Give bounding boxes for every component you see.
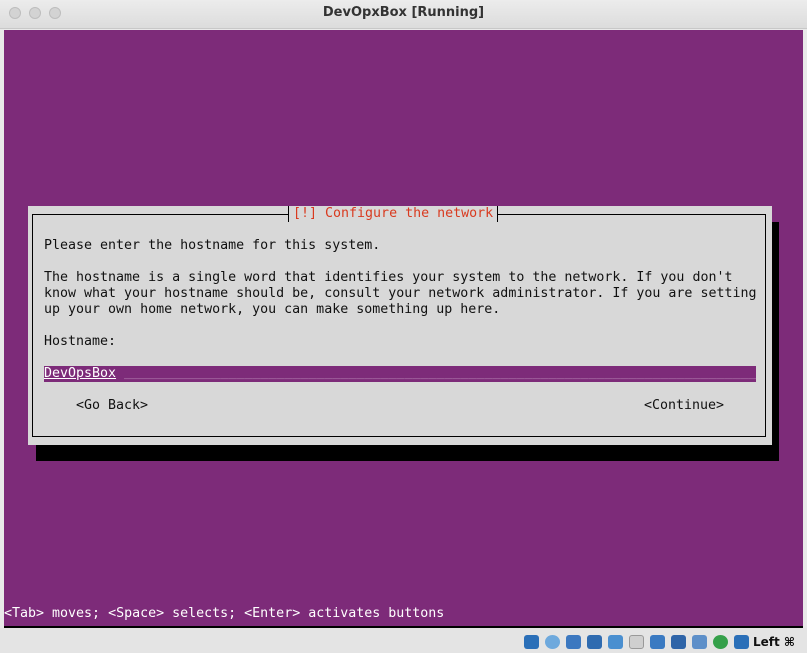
audio-icon[interactable]	[566, 635, 581, 649]
field-underline: ________________________________________…	[124, 366, 756, 380]
dialog-title: [!] Configure the network	[288, 206, 499, 222]
window-titlebar: DevOpxBox [Running]	[0, 0, 807, 29]
video-capture-icon[interactable]	[671, 635, 686, 649]
description-line-3: up your own home network, you can make s…	[44, 302, 501, 317]
recording-icon[interactable]	[692, 635, 707, 649]
hostname-label: Hostname:	[44, 334, 117, 349]
optical-drive-icon[interactable]	[545, 635, 560, 649]
network-icon[interactable]	[587, 635, 602, 649]
host-key-label: Left ⌘	[752, 635, 795, 649]
status-bar: Left ⌘	[0, 628, 807, 653]
shared-folders-icon[interactable]	[629, 635, 644, 649]
configure-network-dialog: [!] Configure the network Please enter t…	[28, 206, 772, 445]
hostname-input[interactable]: DevOpsBox ______________________________…	[44, 366, 756, 382]
continue-button[interactable]: <Continue>	[644, 398, 724, 414]
hard-disk-icon[interactable]	[524, 635, 539, 649]
mouse-integration-icon[interactable]	[734, 635, 749, 649]
go-back-button[interactable]: <Go Back>	[76, 398, 148, 414]
usb-icon[interactable]	[608, 635, 623, 649]
description-line-1: The hostname is a single word that ident…	[44, 270, 733, 285]
description-line-2: know what your hostname should be, consu…	[44, 286, 757, 301]
vm-console[interactable]: [!] Configure the network Please enter t…	[4, 30, 803, 626]
window-title: DevOpxBox [Running]	[322, 5, 485, 20]
virtualization-icon[interactable]	[713, 635, 728, 649]
dialog-prompt: Please enter the hostname for this syste…	[44, 238, 381, 253]
hostname-value: DevOpsBox	[44, 366, 117, 381]
display-icon[interactable]	[650, 635, 665, 649]
keyboard-hint: <Tab> moves; <Space> selects; <Enter> ac…	[4, 606, 445, 621]
